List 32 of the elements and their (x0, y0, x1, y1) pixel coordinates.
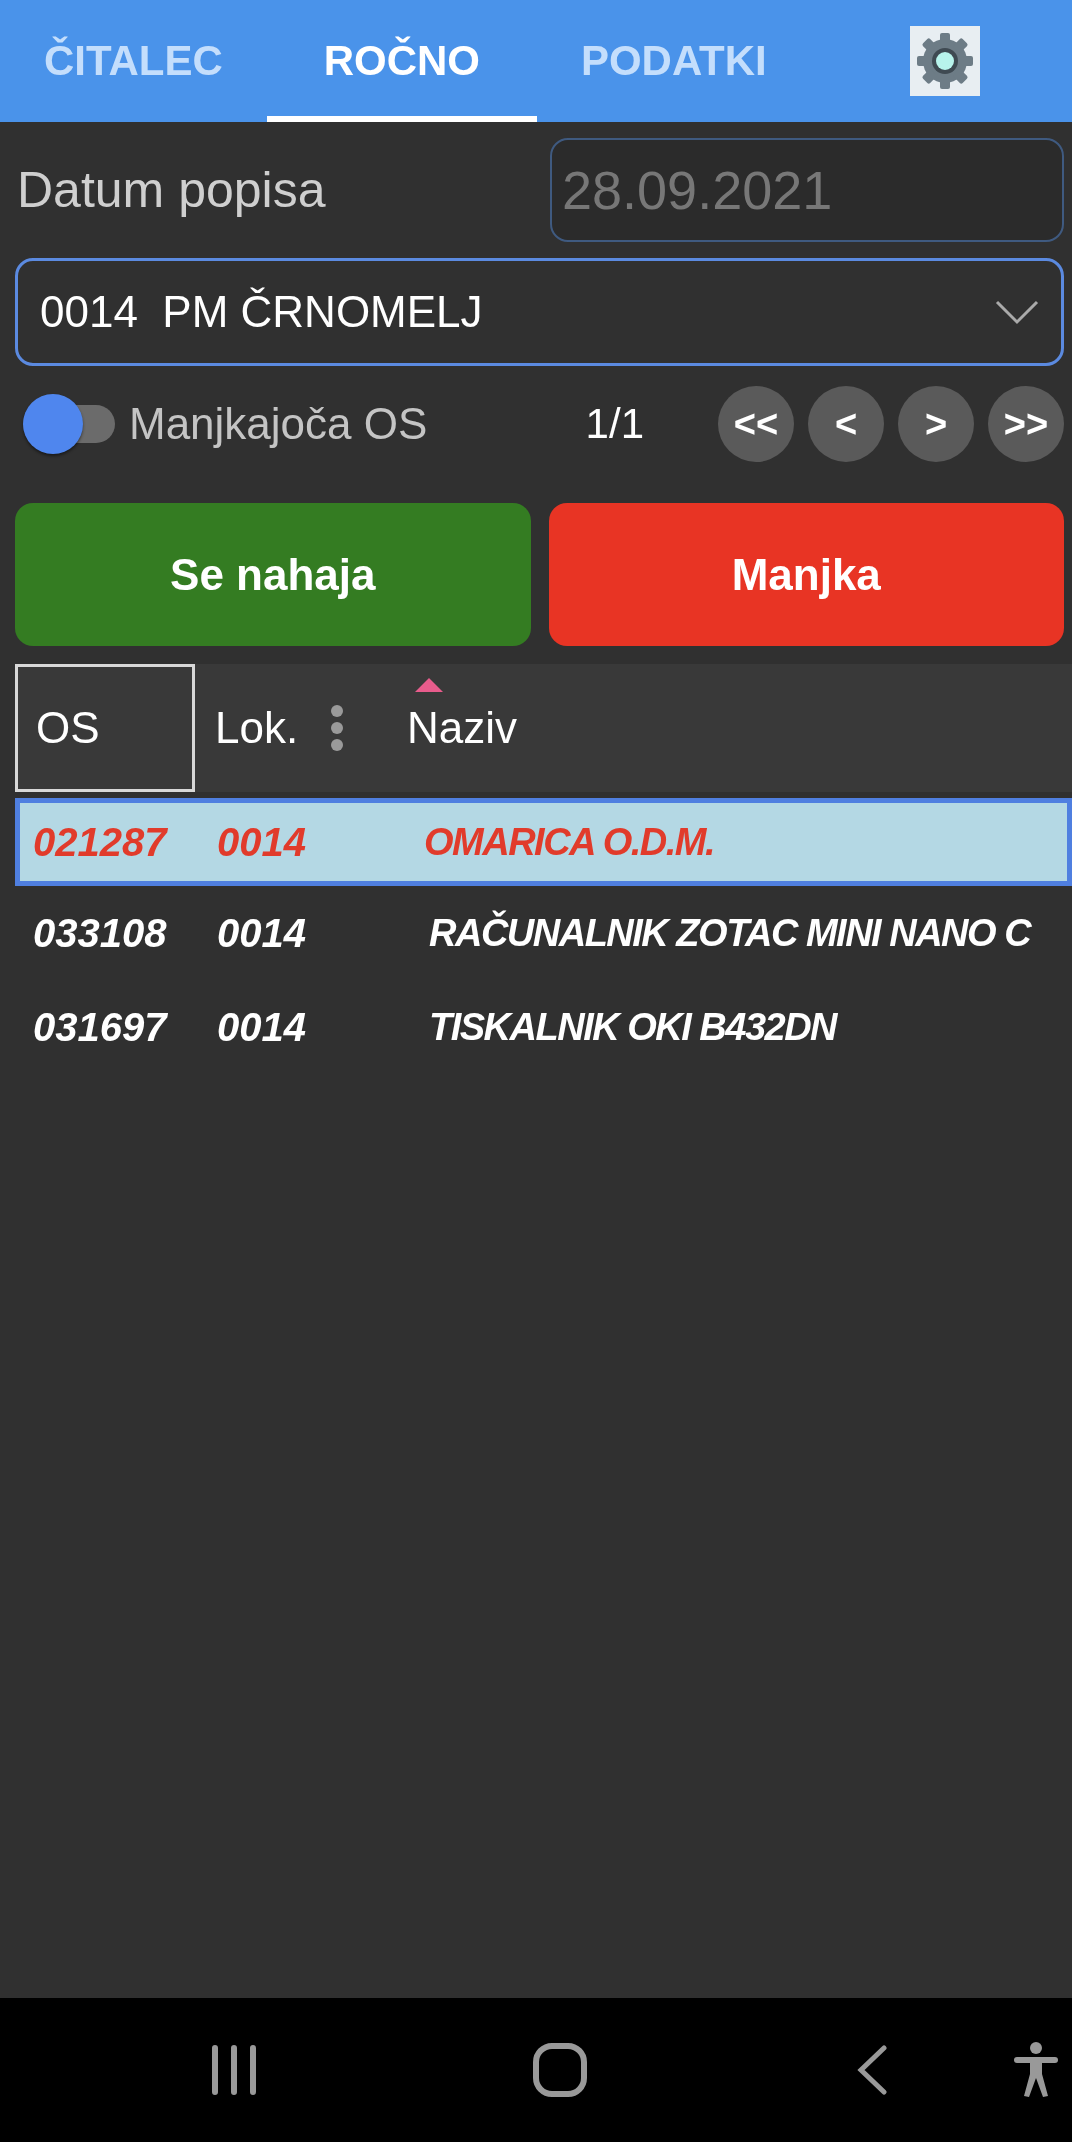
page-nav-button[interactable]: < (808, 386, 884, 462)
table-cell: OMARICA O.D.M. (424, 820, 714, 864)
page-nav-button[interactable]: > (898, 386, 974, 462)
page-nav-button[interactable]: >> (988, 386, 1064, 462)
recent-apps-button[interactable] (210, 2045, 258, 2095)
table-row[interactable]: 033108 0014 RAČUNALNIK ZOTAC MINI NANO C (15, 886, 1072, 980)
table-cell-text: 021287 (32, 819, 169, 865)
table-cell-text: 0014 (216, 1004, 307, 1050)
back-button[interactable] (857, 2045, 887, 2095)
found-button[interactable]: Se nahaja (15, 503, 531, 646)
home-button[interactable] (533, 2043, 587, 2097)
table-cell-text: 0014 (216, 819, 307, 865)
table-cell-text: 031697 (32, 1004, 169, 1050)
table-row[interactable]: 031697 0014 TISKALNIK OKI B432DN (15, 980, 1072, 1074)
page-counter: 1/1 (585, 400, 644, 448)
settings-icon (914, 30, 976, 92)
table-cell: TISKALNIK OKI B432DN (429, 1005, 837, 1049)
missing-button[interactable]: Manjka (548, 503, 1064, 646)
table-cell: RAČUNALNIK ZOTAC MINI NANO C (429, 911, 1031, 955)
page-nav-button[interactable]: << (718, 386, 794, 462)
accessibility-button[interactable] (1012, 2042, 1060, 2098)
settings-button[interactable] (910, 26, 980, 96)
column-header[interactable]: Naziv (407, 664, 1072, 792)
column-header[interactable]: Lok. (195, 664, 407, 792)
column-menu-icon[interactable] (331, 705, 343, 751)
location-dropdown[interactable]: 0014 PM ČRNOMELJ (15, 258, 1064, 366)
column-header[interactable]: OS (15, 664, 195, 792)
chevron-down-icon (995, 299, 1039, 325)
field-label: Datum popisa (16, 161, 327, 219)
toggle-label: Manjkajoča OS (129, 399, 428, 449)
table-cell-text: 033108 (32, 910, 168, 956)
table-cell-text: 0014 (216, 910, 307, 956)
